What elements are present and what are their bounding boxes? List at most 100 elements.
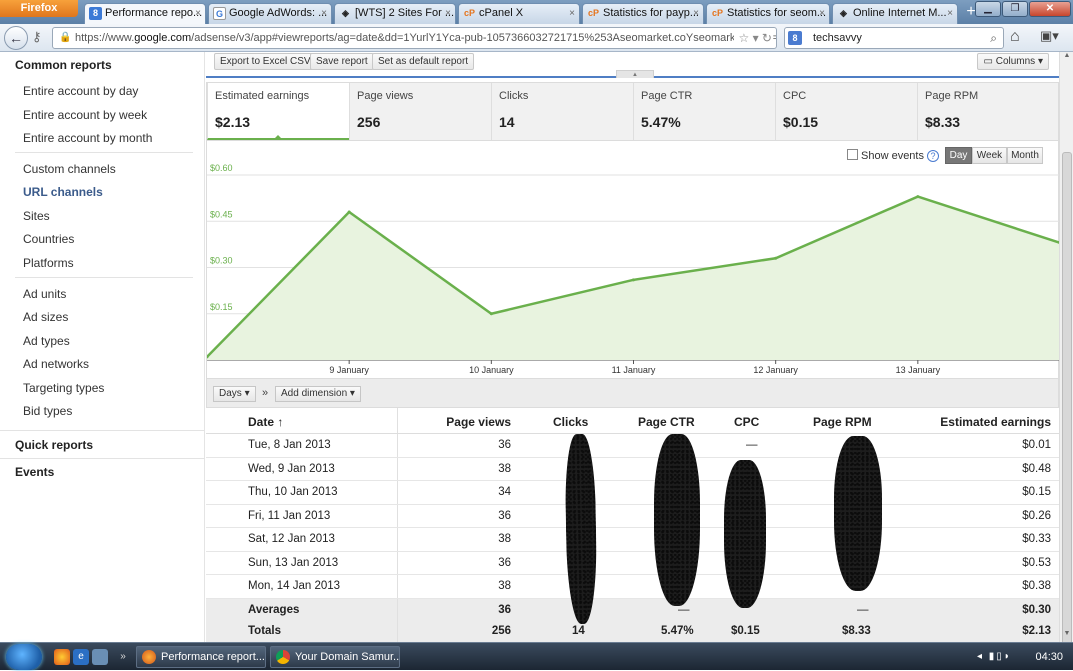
google-search-engine-icon[interactable]: 8 bbox=[788, 31, 802, 45]
common-reports-heading[interactable]: Common reports bbox=[15, 58, 112, 72]
close-tab-icon[interactable]: × bbox=[693, 4, 699, 23]
estimated-earnings-column-header[interactable]: Estimated earnings bbox=[940, 415, 1051, 429]
close-tab-icon[interactable]: × bbox=[569, 4, 575, 23]
tab-online-internet[interactable]: ◈ Online Internet M... × bbox=[832, 3, 958, 24]
sidebar-item-account-by-month[interactable]: Entire account by month bbox=[23, 131, 152, 145]
firefox-menu-button[interactable]: Firefox bbox=[0, 0, 78, 17]
task-firefox[interactable]: Performance report... bbox=[136, 646, 266, 668]
page-ctr-column-header[interactable]: Page CTR bbox=[638, 415, 695, 429]
search-icon[interactable]: ⌕ bbox=[990, 28, 997, 48]
y-tick-label: $0.45 bbox=[210, 209, 233, 219]
y-tick-label: $0.30 bbox=[210, 256, 233, 266]
tab-wts-sites[interactable]: ◈ [WTS] 2 Sites For ... × bbox=[334, 3, 456, 24]
tray-icons[interactable]: ◂ ▮▯◗ bbox=[977, 651, 1012, 662]
sidebar-item-account-by-week[interactable]: Entire account by week bbox=[23, 108, 147, 122]
sidebar-item-url-channels[interactable]: URL channels bbox=[23, 185, 103, 199]
date-header-cell[interactable]: Date ↑ bbox=[206, 408, 398, 433]
close-tab-icon[interactable]: × bbox=[445, 4, 451, 23]
date-header-label: Date bbox=[248, 415, 275, 429]
scroll-up-icon[interactable]: ▲ bbox=[1060, 52, 1073, 64]
date-column-header[interactable]: Date ↑ bbox=[248, 415, 283, 429]
sidebar-divider bbox=[15, 152, 193, 153]
tab-google-adwords[interactable]: G Google AdWords: ... × bbox=[208, 3, 332, 24]
x-tick-label: 10 January bbox=[469, 365, 514, 375]
home-icon[interactable]: ⌂ bbox=[1010, 28, 1020, 46]
tab-performance-report[interactable]: 8 Performance repo... × bbox=[84, 3, 206, 24]
close-tab-icon[interactable]: × bbox=[947, 4, 953, 23]
export-csv-button[interactable]: Export to Excel CSV bbox=[214, 53, 317, 70]
table-row: Fri, 11 Jan 2013 36 $0.26 bbox=[206, 504, 1059, 528]
clicks-column-header[interactable]: Clicks bbox=[553, 415, 588, 429]
tab-cpanel[interactable]: cP cPanel X × bbox=[458, 3, 580, 24]
clock[interactable]: 04:30 bbox=[1035, 651, 1063, 663]
sidebar-item-ad-sizes[interactable]: Ad sizes bbox=[23, 310, 68, 324]
add-dimension-dropdown[interactable]: Add dimension ▾ bbox=[275, 386, 361, 402]
cpc-column-header[interactable]: CPC bbox=[734, 415, 759, 429]
chrome-quicklaunch-icon[interactable] bbox=[54, 649, 70, 665]
scroll-down-icon[interactable]: ▼ bbox=[1060, 630, 1073, 642]
tab-statistics-seom[interactable]: cP Statistics for seom... × bbox=[706, 3, 830, 24]
close-tab-icon[interactable]: × bbox=[321, 4, 327, 23]
sidebar-item-custom-channels[interactable]: Custom channels bbox=[23, 162, 116, 176]
back-arrow-icon[interactable]: ← bbox=[4, 26, 28, 50]
bookmark-star-icon[interactable]: ☆ ▾ ↻ bbox=[734, 28, 772, 48]
url-bar[interactable]: 🔒 https://www.google.com/adsense/v3/app#v… bbox=[52, 27, 777, 49]
sidebar-item-account-by-day[interactable]: Entire account by day bbox=[23, 84, 138, 98]
quick-reports-heading[interactable]: Quick reports bbox=[15, 438, 93, 452]
minimize-icon[interactable]: ▁ bbox=[975, 1, 1001, 17]
search-input[interactable]: 8 techsavvy ⌕ bbox=[784, 27, 1004, 49]
ie-quicklaunch-icon[interactable]: e bbox=[73, 649, 89, 665]
task-chrome[interactable]: Your Domain Samur... bbox=[270, 646, 400, 668]
totals-earnings: $2.13 bbox=[1022, 625, 1051, 637]
page-rpm-column-header[interactable]: Page RPM bbox=[813, 415, 872, 429]
date-cell: Averages bbox=[206, 598, 398, 621]
tab-statistics-payp[interactable]: cP Statistics for payp... × bbox=[582, 3, 704, 24]
data-point bbox=[632, 278, 635, 282]
metric-clicks[interactable]: Clicks 14 bbox=[491, 83, 633, 140]
totals-clicks: 14 bbox=[572, 625, 585, 637]
start-button[interactable] bbox=[6, 644, 42, 670]
scrollbar-thumb[interactable] bbox=[1062, 152, 1072, 662]
collapse-chart-toggle[interactable]: ▲ bbox=[616, 70, 654, 78]
dimension-dropdown[interactable]: Days ▾ bbox=[213, 386, 256, 402]
sidebar-item-countries[interactable]: Countries bbox=[23, 232, 74, 246]
page-scrollbar[interactable]: ▲ ▼ bbox=[1059, 52, 1073, 662]
earnings-line-chart: $0.15 $0.30 $0.45 $0.60 9 January 10 January 1… bbox=[207, 163, 1060, 375]
events-heading[interactable]: Events bbox=[15, 465, 54, 479]
date-cell: Mon, 14 Jan 2013 bbox=[206, 575, 398, 598]
close-tab-icon[interactable]: × bbox=[195, 4, 201, 23]
show-desktop-icon[interactable] bbox=[92, 649, 108, 665]
maximize-icon[interactable]: ❐ bbox=[1002, 1, 1028, 17]
quicklaunch-overflow-icon[interactable]: » bbox=[115, 649, 131, 665]
metric-page-views[interactable]: Page views 256 bbox=[349, 83, 491, 140]
window-controls: ▁ ❐ ✕ bbox=[975, 1, 1071, 17]
metric-cpc[interactable]: CPC $0.15 bbox=[775, 83, 917, 140]
set-default-report-button[interactable]: Set as default report bbox=[372, 53, 475, 70]
tab-label: [WTS] 2 Sites For ... bbox=[355, 7, 455, 19]
close-tab-icon[interactable]: × bbox=[819, 4, 825, 23]
save-report-button[interactable]: Save report bbox=[310, 53, 374, 70]
row-estimated-earnings: $0.38 bbox=[1022, 580, 1051, 592]
tab-label: Performance repo... bbox=[105, 7, 203, 19]
close-window-icon[interactable]: ✕ bbox=[1029, 1, 1071, 17]
metric-page-rpm[interactable]: Page RPM $8.33 bbox=[917, 83, 1059, 140]
sidebar-item-ad-units[interactable]: Ad units bbox=[23, 287, 66, 301]
page-views-column-header[interactable]: Page views bbox=[446, 415, 511, 429]
cpanel-icon: cP bbox=[463, 8, 475, 18]
sidebar-item-bid-types[interactable]: Bid types bbox=[23, 404, 72, 418]
sidebar-item-platforms[interactable]: Platforms bbox=[23, 256, 74, 270]
google-icon: G bbox=[213, 7, 226, 20]
sidebar-item-ad-networks[interactable]: Ad networks bbox=[23, 357, 89, 371]
metric-estimated-earnings[interactable]: Estimated earnings $2.13 bbox=[207, 83, 349, 140]
bookmarks-menu-icon[interactable]: ▣▾ bbox=[1040, 28, 1059, 44]
identity-key-icon[interactable]: ⚷ bbox=[32, 29, 42, 45]
metric-page-ctr[interactable]: Page CTR 5.47% bbox=[633, 83, 775, 140]
sidebar-item-sites[interactable]: Sites bbox=[23, 209, 50, 223]
row-estimated-earnings: $0.01 bbox=[1022, 439, 1051, 451]
metric-value: 5.47% bbox=[641, 114, 681, 130]
sidebar-item-ad-types[interactable]: Ad types bbox=[23, 334, 70, 348]
metric-label: Clicks bbox=[499, 90, 529, 102]
metric-value: 14 bbox=[499, 114, 515, 130]
columns-dropdown[interactable]: ▭ Columns ▾ bbox=[977, 53, 1049, 70]
sidebar-item-targeting-types[interactable]: Targeting types bbox=[23, 381, 104, 395]
